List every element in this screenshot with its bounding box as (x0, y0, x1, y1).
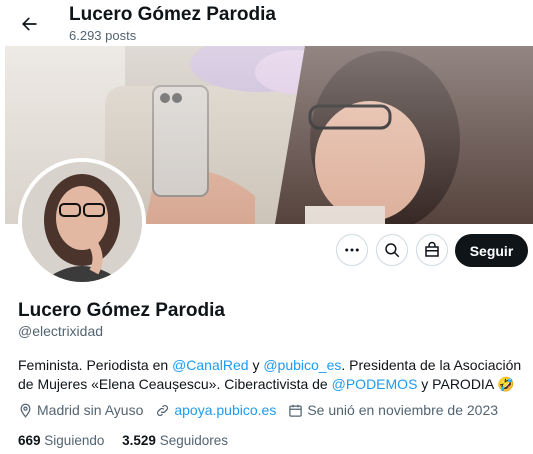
following-count: 669 (18, 433, 41, 448)
joined-text: Se unió en noviembre de 2023 (307, 402, 499, 418)
back-button[interactable] (14, 9, 44, 39)
shop-button[interactable] (416, 234, 448, 266)
website: apoya.pubico.es (155, 402, 276, 418)
follow-button[interactable]: Seguir (455, 234, 528, 267)
posts-count: 6.293 posts (69, 28, 137, 43)
profile-handle: @electrixidad (18, 323, 104, 339)
followers-label: Seguidores (159, 433, 228, 448)
website-link[interactable]: apoya.pubico.es (174, 402, 276, 418)
laughing-emoji: 🤣 (497, 376, 515, 392)
avatar[interactable] (18, 158, 146, 286)
mention-podemos[interactable]: @PODEMOS (332, 376, 418, 392)
location-text: Madrid sin Ayuso (37, 402, 144, 418)
calendar-icon (289, 404, 303, 417)
location: Madrid sin Ayuso (18, 402, 143, 418)
follow-counts: 669 Siguiendo 3.529 Seguidores (18, 433, 242, 448)
shop-icon (425, 241, 439, 257)
bio-text: y PARODIA (417, 376, 498, 392)
top-bar: Lucero Gómez Parodia 6.293 posts (0, 0, 533, 46)
avatar-image (22, 162, 142, 282)
profile-name: Lucero Gómez Parodia (18, 300, 225, 321)
profile-meta: Madrid sin Ayuso apoya.pubico.es Se unió… (18, 402, 510, 418)
header-title: Lucero Gómez Parodia (69, 4, 276, 25)
search-button[interactable] (376, 234, 408, 266)
mention-pubico[interactable]: @pubico_es (263, 357, 341, 373)
profile-bio: Feminista. Periodista en @CanalRed y @pu… (18, 356, 528, 394)
link-icon (157, 404, 169, 416)
mention-canalred[interactable]: @CanalRed (172, 357, 248, 373)
following-label: Siguiendo (44, 433, 105, 448)
more-icon (345, 248, 359, 252)
back-arrow-icon (22, 17, 37, 31)
following-link[interactable]: 669 Siguiendo (18, 433, 104, 448)
joined: Se unió en noviembre de 2023 (288, 402, 498, 418)
more-button[interactable] (336, 234, 368, 266)
followers-count: 3.529 (122, 433, 156, 448)
location-icon (20, 403, 31, 418)
followers-link[interactable]: 3.529 Seguidores (122, 433, 228, 448)
bio-text: Feminista. Periodista en (18, 357, 173, 373)
search-icon (385, 243, 400, 258)
bio-text: y (248, 357, 264, 373)
